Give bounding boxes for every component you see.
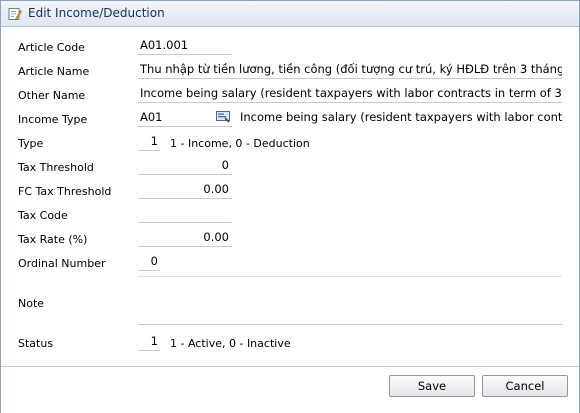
income-type-row: Income Type A01 Income being salary (res… xyxy=(1,109,579,129)
tax-threshold-label: Tax Threshold xyxy=(18,161,94,174)
type-row: Type 1 1 - Income, 0 - Deduction xyxy=(1,133,579,153)
status-row: Status 1 1 - Active, 0 - Inactive xyxy=(1,333,579,353)
save-button[interactable]: Save xyxy=(389,375,475,397)
edit-icon xyxy=(8,7,22,21)
fc-tax-threshold-field[interactable]: 0.00 xyxy=(138,181,232,199)
ordinal-number-row: Ordinal Number 0 xyxy=(1,253,579,273)
income-type-description: Income being salary (resident taxpayers … xyxy=(240,110,562,124)
article-code-field[interactable]: A01.001 xyxy=(138,37,232,55)
article-name-label: Article Name xyxy=(18,65,90,78)
tax-code-label: Tax Code xyxy=(18,209,68,222)
tax-rate-label: Tax Rate (%) xyxy=(18,233,88,246)
status-field[interactable]: 1 xyxy=(138,333,160,351)
income-type-label: Income Type xyxy=(18,113,88,126)
fc-tax-threshold-label: FC Tax Threshold xyxy=(18,185,112,198)
other-name-row: Other Name Income being salary (resident… xyxy=(1,85,579,105)
dialog-title: Edit Income/Deduction xyxy=(28,6,165,20)
tax-threshold-row: Tax Threshold 0 xyxy=(1,157,579,177)
ordinal-number-label: Ordinal Number xyxy=(18,257,106,270)
other-name-label: Other Name xyxy=(18,89,86,102)
status-hint: 1 - Active, 0 - Inactive xyxy=(170,337,291,350)
note-label: Note xyxy=(18,297,45,310)
note-textarea[interactable] xyxy=(138,276,562,325)
status-label: Status xyxy=(18,337,54,350)
other-name-field[interactable]: Income being salary (resident taxpayers … xyxy=(138,85,562,103)
tax-code-row: Tax Code xyxy=(1,205,579,225)
fc-tax-threshold-row: FC Tax Threshold 0.00 xyxy=(1,181,579,201)
article-code-row: Article Code A01.001 xyxy=(1,37,579,57)
tax-rate-field[interactable]: 0.00 xyxy=(138,229,232,247)
dialog-footer: Save Cancel xyxy=(1,366,579,413)
article-code-label: Article Code xyxy=(18,41,85,54)
type-field[interactable]: 1 xyxy=(138,133,160,151)
title-bar: Edit Income/Deduction xyxy=(1,1,579,27)
article-name-row: Article Name Thu nhập từ tiền lương, tiề… xyxy=(1,61,579,81)
lookup-icon[interactable] xyxy=(216,111,230,123)
tax-threshold-field[interactable]: 0 xyxy=(138,157,232,175)
tax-code-field[interactable] xyxy=(138,205,232,223)
edit-dialog: Edit Income/Deduction Article Code A01.0… xyxy=(0,0,580,413)
cancel-button[interactable]: Cancel xyxy=(482,375,568,397)
type-hint: 1 - Income, 0 - Deduction xyxy=(170,137,310,150)
ordinal-number-field[interactable]: 0 xyxy=(138,253,160,271)
tax-rate-row: Tax Rate (%) 0.00 xyxy=(1,229,579,249)
type-label: Type xyxy=(18,137,44,150)
article-name-field[interactable]: Thu nhập từ tiền lương, tiền công (đối t… xyxy=(138,61,562,79)
